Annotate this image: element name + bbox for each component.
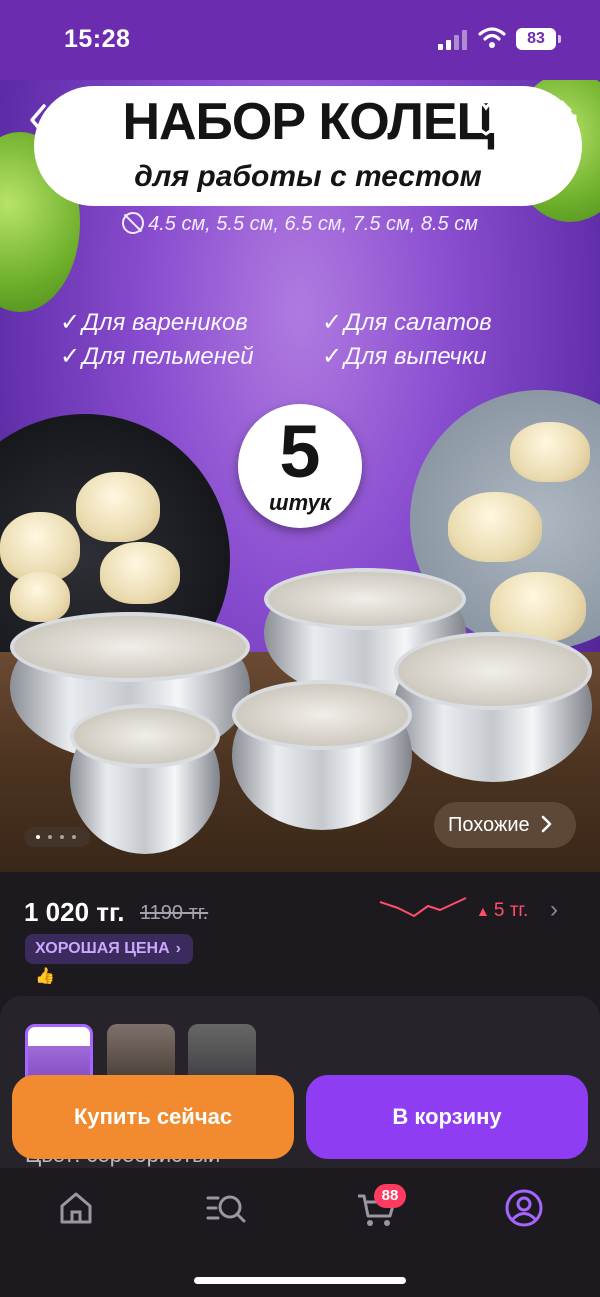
check-icon: ✓ <box>322 343 343 370</box>
chevron-right-icon <box>541 815 552 833</box>
profile-icon <box>505 1189 543 1227</box>
check-icon: ✓ <box>60 309 81 336</box>
dumpling <box>448 492 542 562</box>
quantity-badge-unit: штук <box>269 490 331 515</box>
chevron-right-icon[interactable]: › <box>550 896 558 924</box>
triangle-up-icon: ▲ <box>476 903 490 919</box>
share-button[interactable] <box>544 98 580 138</box>
feature-item: ✓Для вареников <box>60 309 248 336</box>
pager-dot <box>36 835 40 839</box>
steel-ring <box>70 704 220 854</box>
favorite-button[interactable] <box>466 100 506 138</box>
pager-dot <box>60 835 64 839</box>
similar-label: Похожие <box>448 814 530 836</box>
price-history-sparkline[interactable] <box>378 894 468 924</box>
pager-dot <box>48 835 52 839</box>
status-bar: 15:28 83 <box>0 0 600 80</box>
cart-count-badge: 88 <box>374 1184 406 1208</box>
product-image[interactable]: НАБОР КОЛЕЦ для работы с тестом 4.5 см, … <box>0 72 600 872</box>
diameter-icon <box>122 212 145 234</box>
image-pager[interactable] <box>24 827 90 847</box>
old-price: 1190 тг. <box>140 902 209 924</box>
product-image-subtitle: для работы с тестом <box>134 160 482 193</box>
catalog-search-icon <box>206 1195 246 1223</box>
chevron-right-icon: › <box>175 940 181 957</box>
tab-home[interactable] <box>54 1186 98 1230</box>
dumpling <box>10 572 70 622</box>
chevron-left-icon <box>30 104 46 136</box>
current-price: 1 020 тг. <box>24 897 125 927</box>
steel-ring <box>394 632 592 782</box>
back-button[interactable] <box>24 100 54 140</box>
dumpling <box>76 472 160 542</box>
tab-catalog[interactable] <box>204 1186 248 1230</box>
status-time: 15:28 <box>64 25 131 53</box>
quantity-badge-number: 5 <box>279 410 321 493</box>
dumpling <box>100 542 180 604</box>
heart-icon <box>467 101 505 136</box>
share-icon <box>547 100 577 136</box>
price-change[interactable]: ▲ 5 тг. <box>476 900 528 922</box>
product-page: НАБОР КОЛЕЦ для работы с тестом 4.5 см, … <box>0 0 600 1297</box>
tab-profile[interactable] <box>502 1186 546 1230</box>
sizes-line: 4.5 см, 5.5 см, 6.5 см, 7.5 см, 8.5 см <box>0 212 600 236</box>
battery-indicator: 83 <box>516 28 561 50</box>
dumpling <box>510 422 590 482</box>
home-indicator <box>194 1277 406 1284</box>
feature-item: ✓Для пельменей <box>60 343 254 370</box>
quantity-badge: 5 штук <box>238 404 362 528</box>
cellular-signal-icon <box>438 30 468 50</box>
check-icon: ✓ <box>60 343 81 370</box>
similar-button[interactable]: Похожие <box>434 802 576 848</box>
buy-now-button[interactable]: Купить сейчас <box>12 1075 294 1159</box>
good-price-badge[interactable]: 👍 ХОРОШАЯ ЦЕНА › <box>25 934 193 985</box>
add-to-cart-button[interactable]: В корзину <box>306 1075 588 1159</box>
sizes-text: 4.5 см, 5.5 см, 6.5 см, 7.5 см, 8.5 см <box>148 213 478 235</box>
price-card: 1 020 тг. 1190 тг. ▲ 5 тг. › 👍 ХОРОШАЯ ЦЕН… <box>0 872 600 985</box>
wifi-icon <box>478 27 506 48</box>
feature-item: ✓Для выпечки <box>322 343 487 370</box>
steel-ring <box>232 680 412 830</box>
home-icon <box>60 1192 92 1224</box>
pager-dot <box>72 835 76 839</box>
feature-item: ✓Для салатов <box>322 309 492 336</box>
check-icon: ✓ <box>322 309 343 336</box>
